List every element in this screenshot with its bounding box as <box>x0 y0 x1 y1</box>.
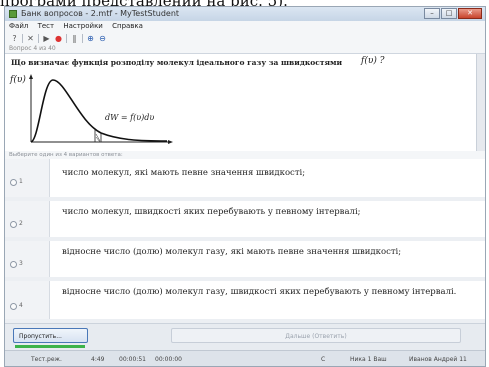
radio-button-2[interactable] <box>10 221 17 228</box>
toolbar-separator <box>38 33 39 43</box>
answer-number: 3 <box>19 260 23 267</box>
app-icon <box>9 10 17 18</box>
radio-column: 4 <box>5 281 50 319</box>
answer-number: 2 <box>19 220 23 227</box>
toolbar-separator <box>66 33 67 43</box>
radio-button-3[interactable] <box>10 261 17 268</box>
answer-option-1[interactable]: 1 число молекул, які мають певне значенн… <box>5 159 485 201</box>
radio-button-4[interactable] <box>10 303 17 310</box>
question-text: Що визначає функція розподілу молекул ід… <box>11 58 343 67</box>
status-bar: Тест.реж. 4:49 00:00:51 00:00:00 С Ника … <box>5 350 485 366</box>
answer-text: відносне число (долю) молекул газу, які … <box>62 247 402 257</box>
graph-annotation: dW = f(υ)dυ <box>105 113 154 122</box>
window-title: Банк вопросов - 2.mtf - MyTestStudent <box>21 9 180 18</box>
status-time-question: 00:00:00 <box>155 356 182 363</box>
answer-number: 4 <box>19 302 23 309</box>
answer-text: число молекул, які мають певне значення … <box>62 168 306 178</box>
stop-icon[interactable]: ● <box>54 34 63 43</box>
status-user: Иванов Андрей 11 <box>409 356 467 363</box>
app-window: Банк вопросов - 2.mtf - MyTestStudent – … <box>4 6 486 367</box>
title-bar: Банк вопросов - 2.mtf - MyTestStudent – … <box>5 7 485 21</box>
action-bar: Пропустить... Дальше (Ответить) <box>5 323 485 351</box>
status-level: Ника 1 Ваш <box>350 356 387 363</box>
zoom-in-icon[interactable]: ⊕ <box>86 34 95 43</box>
answer-text: число молекул, швидкості яких перебувают… <box>62 207 361 217</box>
pause-icon[interactable]: ‖ <box>70 34 79 43</box>
status-time-elapsed: 00:00:51 <box>119 356 146 363</box>
menu-bar: Файл Тест Настройки Справка <box>5 21 485 32</box>
question-scrollbar[interactable] <box>476 54 485 151</box>
play-icon[interactable]: ▶ <box>42 34 51 43</box>
maximize-button[interactable]: □ <box>441 8 457 19</box>
distribution-curve <box>30 79 168 143</box>
status-time-left: 4:49 <box>91 356 105 363</box>
distribution-graph: f(υ) dW = f(υ)dυ <box>9 74 173 144</box>
graph-x-arrow <box>168 140 173 144</box>
answer-option-2[interactable]: 2 число молекул, швидкості яких перебува… <box>5 201 485 241</box>
answer-number: 1 <box>19 178 23 185</box>
toolbar-separator <box>22 33 23 43</box>
question-panel: Що визначає функція розподілу молекул ід… <box>5 54 479 151</box>
radio-button-1[interactable] <box>10 179 17 186</box>
minimize-button[interactable]: – <box>424 8 440 19</box>
menu-help[interactable]: Справка <box>112 22 143 30</box>
toolbar: ? ✕ ▶ ● ‖ ⊕ ⊖ <box>5 32 485 44</box>
answer-option-4[interactable]: 4 відносне число (долю) молекул газу, шв… <box>5 281 485 323</box>
help-icon[interactable]: ? <box>10 34 19 43</box>
menu-settings[interactable]: Настройки <box>63 22 103 30</box>
status-c: С <box>321 356 326 363</box>
answers-label: Выберите один из 4 вариантов ответа: <box>9 152 123 158</box>
answer-text: відносне число (долю) молекул газу, швид… <box>62 287 457 297</box>
zoom-out-icon[interactable]: ⊖ <box>98 34 107 43</box>
answer-option-3[interactable]: 3 відносне число (долю) молекул газу, як… <box>5 241 485 281</box>
menu-file[interactable]: Файл <box>9 22 28 30</box>
menu-test[interactable]: Тест <box>38 22 55 30</box>
status-mode: Тест.реж. <box>31 356 62 363</box>
question-counter: Вопрос 4 из 40 <box>5 44 485 54</box>
answers-list: 1 число молекул, які мають певне значенн… <box>5 159 485 323</box>
question-formula: f(υ) ? <box>361 56 385 66</box>
close-button[interactable]: ✕ <box>458 8 482 19</box>
progress-bar <box>15 345 85 348</box>
radio-column: 3 <box>5 241 50 277</box>
radio-column: 1 <box>5 159 50 197</box>
window-controls: – □ ✕ <box>424 8 482 19</box>
skip-button[interactable]: Пропустить... <box>13 328 88 343</box>
graph-ylabel: f(υ) <box>9 74 26 85</box>
toolbar-separator <box>82 33 83 43</box>
abort-icon[interactable]: ✕ <box>26 34 35 43</box>
graph-y-arrow <box>29 74 33 79</box>
next-button[interactable]: Дальше (Ответить) <box>171 328 461 343</box>
radio-column: 2 <box>5 201 50 237</box>
